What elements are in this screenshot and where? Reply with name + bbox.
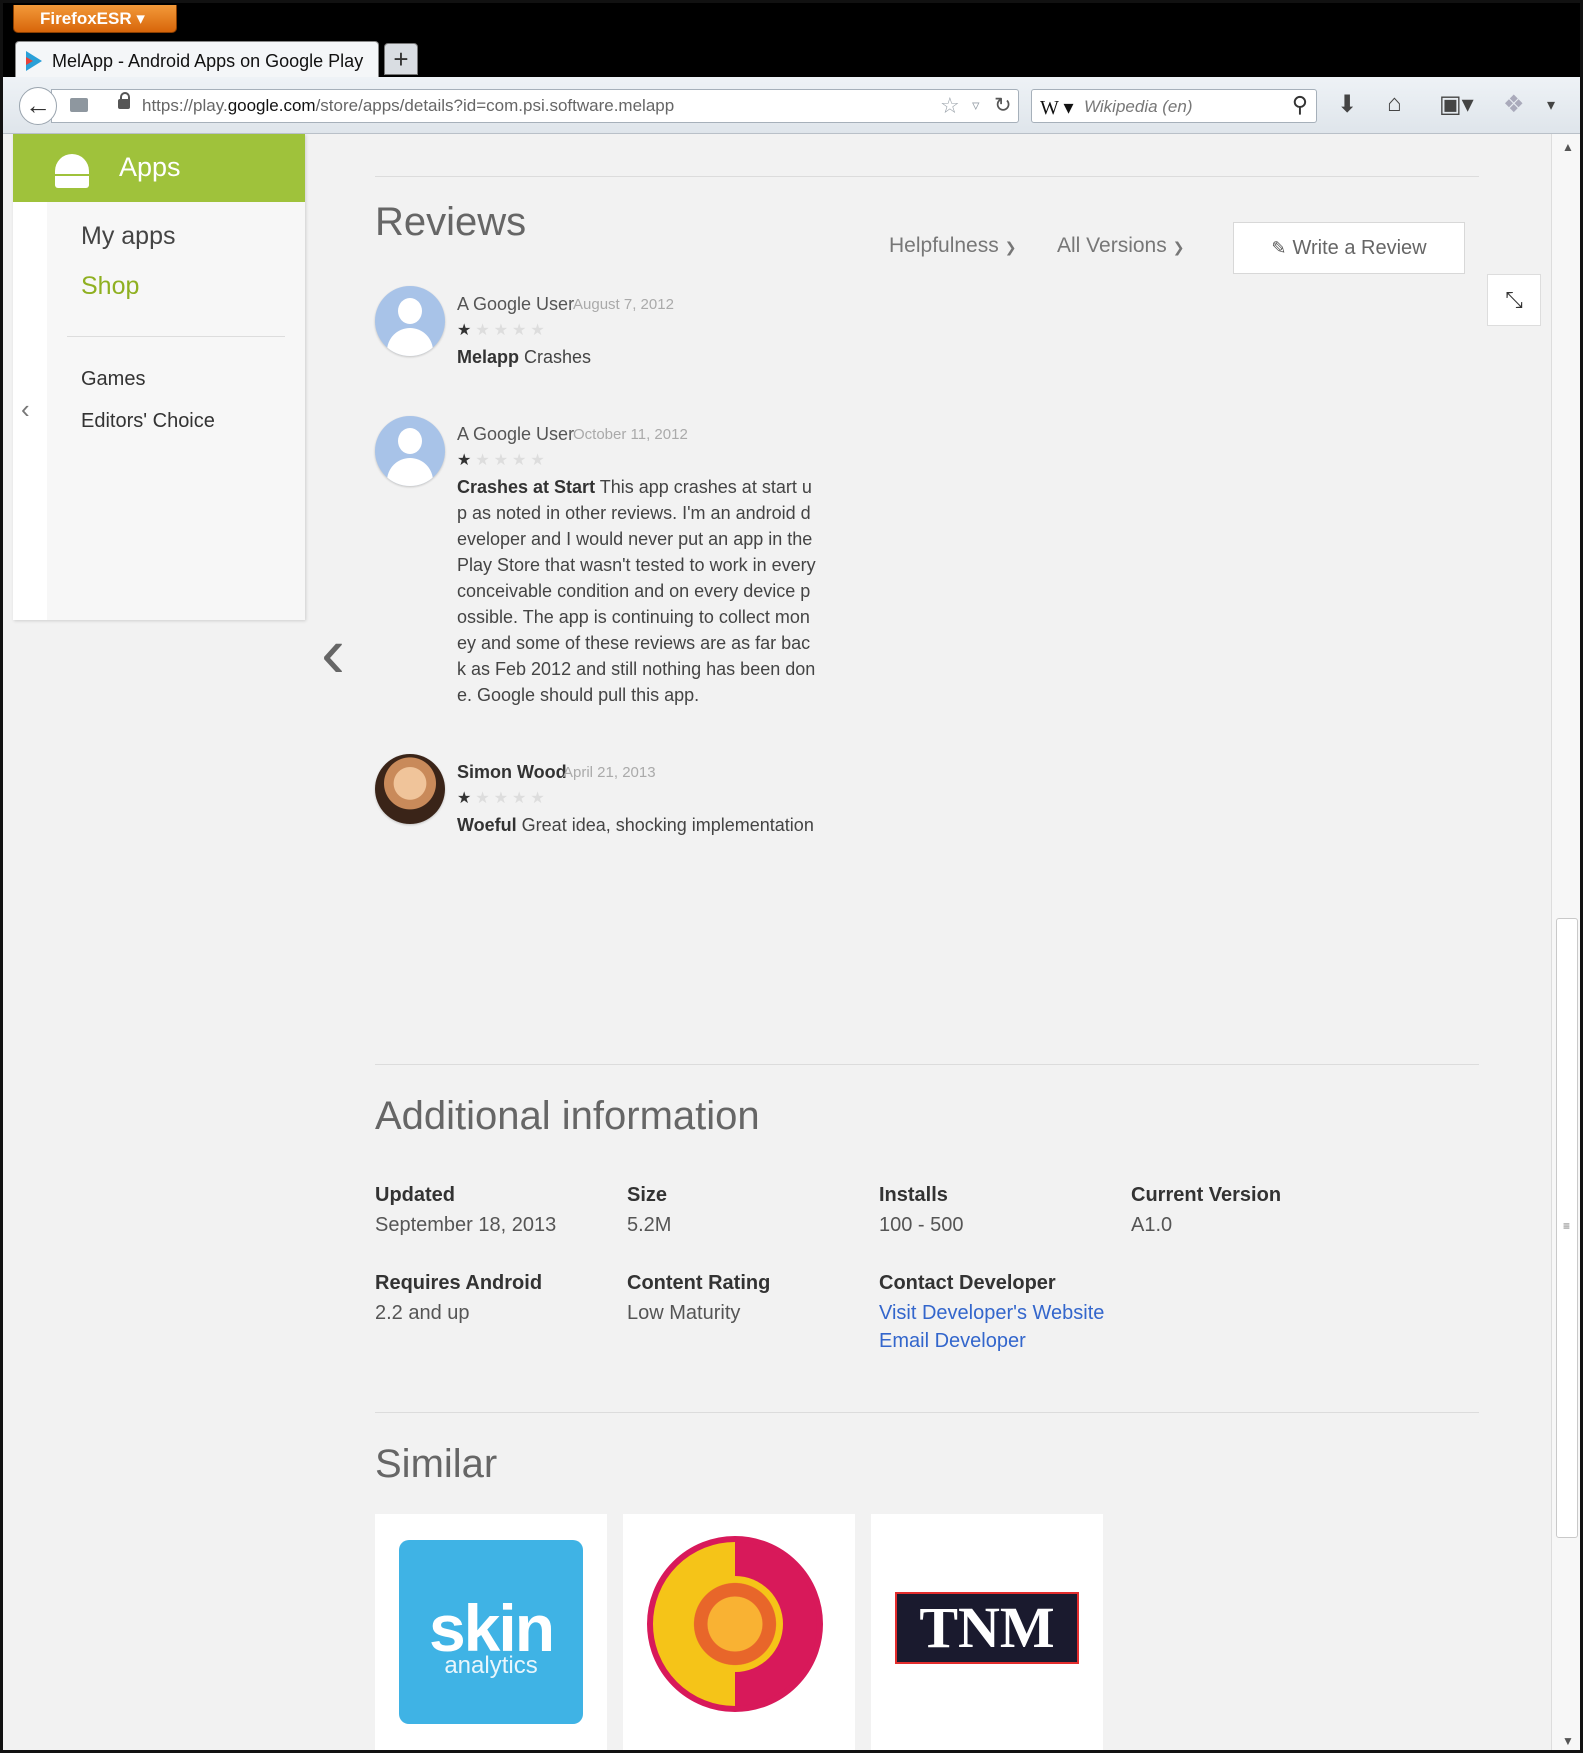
reload-icon[interactable]: ↻ [994,93,1012,118]
sun-face-icon [647,1536,823,1712]
similar-title: Similar [375,1442,498,1486]
tnm-icon: TNM [895,1592,1079,1664]
star-rating: ★★★★★ [457,452,549,469]
site-identity-icon[interactable] [70,98,88,112]
sidebar-collapse-icon[interactable]: ‹ [21,394,30,425]
apps-header[interactable]: Apps [13,134,305,202]
avatar [375,754,445,824]
additional-info-title: Additional information [375,1094,760,1138]
similar-app-card[interactable]: skin analytics [375,1514,607,1750]
review-item: A Google User October 11, 2012 ★★★★★ Cra… [375,416,855,716]
bookmarks-menu-icon[interactable]: ▣▾ [1439,90,1474,119]
menu-dropdown-icon[interactable]: ▾ [1547,95,1555,115]
review-date: August 7, 2012 [573,296,674,313]
requires-android-value: 2.2 and up [375,1302,470,1324]
browser-tab[interactable]: MelApp - Android Apps on Google Play [15,41,379,79]
history-dropdown-icon[interactable]: ▿ [972,96,980,114]
chevron-down-icon: ❯ [1172,239,1185,255]
developer-website-link[interactable]: Visit Developer's Website [879,1302,1104,1325]
review-item: A Google User August 7, 2012 ★★★★★ Melap… [375,286,855,386]
current-version-label: Current Version [1131,1184,1282,1206]
sidebar-item-shop[interactable]: Shop [81,272,139,301]
review-date: April 21, 2013 [563,764,656,781]
review-author[interactable]: A Google User [457,294,574,315]
addon-icon[interactable]: ❖ [1503,90,1525,119]
lock-icon [118,92,130,109]
email-developer-link[interactable]: Email Developer [879,1330,1026,1353]
star-rating: ★★★★★ [457,790,549,807]
collapse-icon[interactable]: ⤡ [1487,274,1541,326]
section-divider [375,1064,1479,1065]
firefox-menu-button[interactable]: FirefoxESR ▾ [13,5,177,33]
apps-header-label: Apps [119,152,181,182]
sidebar-divider [67,336,285,337]
review-author[interactable]: A Google User [457,424,574,445]
sidebar-item-editors-choice[interactable]: Editors' Choice [81,410,215,433]
review-text: Melapp Crashes [457,347,592,367]
avatar [375,286,445,356]
pencil-icon: ✎ [1271,238,1287,258]
navigation-toolbar: https://play.google.com/store/apps/detai… [3,77,1580,134]
content-rating-label: Content Rating [627,1272,771,1294]
tab-title: MelApp - Android Apps on Google Play [52,51,364,71]
review-text: Woeful Great idea, shocking implementati… [457,815,814,835]
home-icon[interactable]: ⌂ [1387,90,1402,118]
url-text[interactable]: https://play.google.com/store/apps/detai… [142,96,674,116]
write-review-button[interactable]: ✎ Write a Review [1233,222,1465,274]
size-value: 5.2M [627,1214,672,1236]
section-divider [375,1412,1479,1413]
wikipedia-engine-icon[interactable]: W ▾ [1040,95,1074,120]
chevron-down-icon: ❯ [1004,239,1017,255]
contact-developer-label: Contact Developer [879,1272,1056,1294]
android-icon [55,154,89,188]
content-rating-value: Low Maturity [627,1302,741,1324]
similar-app-card[interactable] [623,1514,855,1750]
google-play-icon [26,51,42,71]
search-input[interactable]: Wikipedia (en) [1084,97,1193,117]
browser-window: FirefoxESR ▾ MelApp - Android Apps on Go… [0,0,1583,1753]
current-version-value: A1.0 [1131,1214,1173,1236]
page-content: Apps My apps Shop Games Editors' Choice … [3,134,1551,1750]
address-bar[interactable]: https://play.google.com/store/apps/detai… [51,89,1019,123]
updated-label: Updated [375,1184,455,1206]
sidebar-item-my-apps[interactable]: My apps [81,222,175,251]
carousel-prev-arrow[interactable]: ‹ [321,612,345,694]
scroll-up-arrow[interactable]: ▲ [1562,140,1574,154]
title-bar: FirefoxESR ▾ MelApp - Android Apps on Go… [3,3,1580,79]
vertical-scrollbar[interactable]: ▲ ≡ ▼ [1551,134,1580,1750]
sidebar-item-games[interactable]: Games [81,368,145,391]
version-dropdown[interactable]: All Versions ❯ [1057,234,1184,258]
back-button[interactable]: ← [19,87,57,125]
review-date: October 11, 2012 [573,426,688,443]
bookmark-star-icon[interactable]: ☆ [940,93,960,119]
review-author[interactable]: Simon Wood [457,762,567,783]
sidebar: Apps My apps Shop Games Editors' Choice … [13,134,305,620]
skin-analytics-icon: skin analytics [399,1540,583,1724]
grip-icon: ≡ [1563,1219,1571,1233]
section-divider [375,176,1479,177]
similar-app-card[interactable]: TNM [871,1514,1103,1750]
star-rating: ★★★★★ [457,322,549,339]
installs-value: 100 - 500 [879,1214,964,1236]
sort-dropdown[interactable]: Helpfulness ❯ [889,234,1016,258]
review-text: Crashes at Start This app crashes at sta… [457,477,816,705]
avatar [375,416,445,486]
search-bar[interactable]: W ▾ Wikipedia (en) ⚲ [1031,89,1317,123]
review-item: Simon Wood April 21, 2013 ★★★★★ Woeful G… [375,754,855,854]
size-label: Size [627,1184,668,1206]
installs-label: Installs [879,1184,948,1206]
requires-android-label: Requires Android [375,1272,543,1294]
updated-value: September 18, 2013 [375,1214,557,1236]
scroll-down-arrow[interactable]: ▼ [1562,1734,1574,1748]
sidebar-rail [13,134,47,620]
new-tab-button[interactable]: + [384,43,418,75]
scroll-thumb[interactable]: ≡ [1556,918,1578,1538]
download-icon[interactable]: ⬇ [1337,90,1357,119]
search-icon[interactable]: ⚲ [1292,92,1308,118]
reviews-title: Reviews [375,200,527,244]
